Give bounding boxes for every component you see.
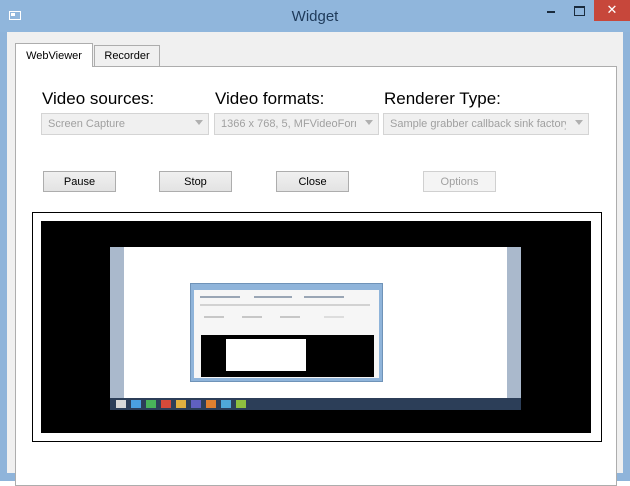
options-button[interactable]: Options [423, 171, 496, 192]
captured-window-thumbnail [190, 283, 383, 382]
renderer-type-label: Renderer Type: [384, 89, 501, 108]
captured-text-line [254, 296, 292, 298]
captured-screen [110, 247, 521, 410]
app-window: Widget ✕ WebViewer Recorder Video source… [0, 0, 630, 486]
taskbar-app-icon [161, 400, 171, 408]
taskbar-app-icon [176, 400, 186, 408]
tab-bar: WebViewer Recorder [7, 32, 623, 67]
captured-nested-viewer [201, 335, 374, 377]
chevron-down-icon [195, 120, 203, 125]
title-bar[interactable]: Widget ✕ [0, 0, 630, 32]
captured-nested-screen [226, 339, 306, 371]
video-viewer-frame [32, 212, 602, 442]
captured-text-line [280, 316, 300, 318]
close-button[interactable]: Close [276, 171, 349, 192]
maximize-icon [573, 5, 585, 16]
taskbar-app-icon [116, 400, 126, 408]
video-formats-label: Video formats: [215, 89, 325, 108]
captured-screen-edge [110, 247, 124, 398]
close-window-button[interactable]: ✕ [594, 0, 630, 21]
captured-text-line [304, 296, 344, 298]
renderer-type-value: Sample grabber callback sink factory [390, 118, 566, 130]
captured-text-line [242, 316, 262, 318]
taskbar-app-icon [131, 400, 141, 408]
client-area: WebViewer Recorder Video sources: Video … [7, 32, 623, 486]
taskbar-app-icon [221, 400, 231, 408]
video-sources-select[interactable]: Screen Capture [41, 113, 209, 135]
minimize-icon [547, 10, 555, 13]
tab-webviewer[interactable]: WebViewer [15, 43, 93, 67]
video-sources-label: Video sources: [42, 89, 155, 108]
stop-button[interactable]: Stop [159, 171, 232, 192]
taskbar-app-icon [236, 400, 246, 408]
captured-text-line [324, 316, 344, 318]
captured-window-client [194, 290, 379, 378]
video-viewer[interactable] [41, 221, 591, 433]
taskbar-app-icon [191, 400, 201, 408]
captured-taskbar [110, 398, 521, 410]
captured-text-line [200, 296, 240, 298]
captured-text-line [204, 316, 224, 318]
video-sources-value: Screen Capture [48, 118, 126, 130]
taskbar-app-icon [146, 400, 156, 408]
window-title: Widget [291, 8, 339, 25]
close-icon: ✕ [606, 3, 618, 18]
chevron-down-icon [575, 120, 583, 125]
renderer-type-select[interactable]: Sample grabber callback sink factory [383, 113, 589, 135]
captured-screen-edge [507, 247, 521, 398]
tab-recorder[interactable]: Recorder [94, 45, 160, 66]
minimize-button[interactable] [538, 0, 564, 21]
maximize-button[interactable] [566, 0, 592, 21]
chevron-down-icon [365, 120, 373, 125]
taskbar-app-icon [206, 400, 216, 408]
pause-button[interactable]: Pause [43, 171, 116, 192]
webviewer-panel: Video sources: Video formats: Renderer T… [15, 66, 617, 486]
video-formats-select[interactable]: 1366 x 768, 5, MFVideoFormat [214, 113, 379, 135]
video-formats-value: 1366 x 768, 5, MFVideoFormat [221, 118, 356, 130]
captured-text-line [200, 304, 370, 306]
